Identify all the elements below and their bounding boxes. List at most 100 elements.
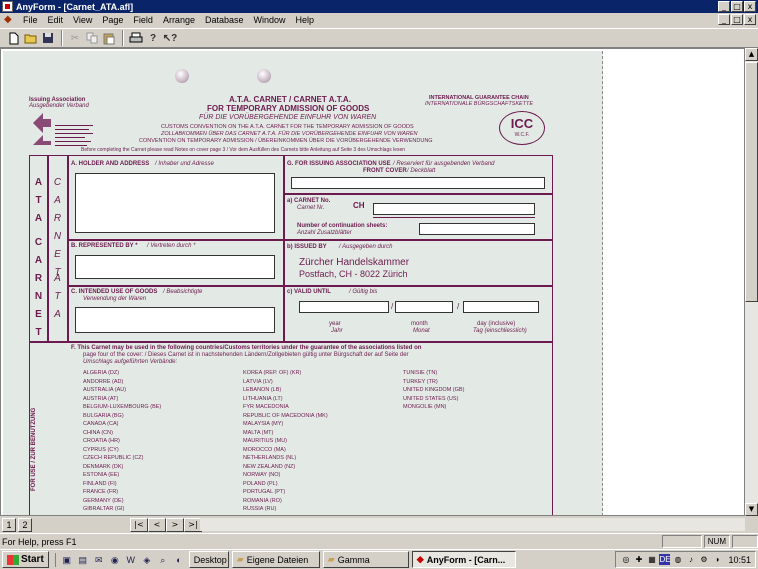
close-button[interactable]: x [744,1,756,12]
task-gamma[interactable]: ▰ Gamma [322,551,409,568]
form-title-5: ZOLLABKOMMEN ÜBER DAS CARNET A.T.A. FÜR … [161,131,418,137]
status-text: For Help, press F1 [2,536,77,547]
doc-restore-button[interactable]: □ [731,14,743,25]
paste-icon[interactable] [101,30,117,46]
page-tab-2[interactable]: 2 [18,517,32,532]
open-icon[interactable] [23,30,39,46]
row-divider [283,239,553,241]
tray-icon[interactable]: ◎ [620,554,631,565]
new-icon[interactable] [6,30,22,46]
first-page-button[interactable]: |< [130,517,148,532]
horizontal-scrollbar[interactable] [200,518,745,531]
association-use-field[interactable] [291,177,545,189]
country-item: MAURITIUS (MU) [243,438,287,444]
tray-icon[interactable]: ◑ [711,554,722,565]
outlook-icon[interactable]: ✉ [92,553,106,567]
represented-by-field[interactable] [75,255,275,279]
intended-use-field[interactable] [75,307,275,333]
country-item: TUNISIE (TN) [403,370,438,376]
menu-window[interactable]: Window [249,15,291,25]
valid-until-sub: / Gültig bis [349,289,378,295]
country-item: BELGIUM-LUXEMBOURG (BE) [83,404,162,410]
media-icon[interactable]: ◐ [172,553,186,567]
valid-until-label: c) VALID UNTIL [287,289,331,295]
form-title-2: FOR TEMPORARY ADMISSION OF GOODS [207,104,370,113]
carnet-no-label: a) CARNET No. [287,198,331,204]
doc-close-button[interactable]: x [744,14,756,25]
window-controls: _ □ x [718,1,756,12]
tray-icon[interactable]: ◍ [672,554,683,565]
center-divider [283,155,285,341]
task-anyform[interactable]: ◆ AnyForm - [Carn... [411,551,516,568]
app-icon[interactable]: ◈ [140,553,154,567]
day-sub: Tag (einschliesslich) [473,328,527,334]
document-control-icon[interactable]: ◆ [4,15,14,25]
help-icon[interactable]: ? [145,30,161,46]
search-icon[interactable]: ⌕ [156,553,170,567]
next-page-button[interactable]: > [166,517,184,532]
country-item: CZECH REPUBLIC (CZ) [83,455,144,461]
section-f-line-2: page four of the cover: / Dieses Carnet … [83,352,409,358]
task-desktop[interactable]: Desktop [188,551,229,568]
minimize-button[interactable]: _ [718,1,730,12]
page-name-field[interactable] [38,517,130,532]
issuer-address: Postfach, CH - 8022 Zürich [299,269,408,279]
browser-icon[interactable]: ◉ [108,553,122,567]
country-item: GERMANY (DE) [83,497,124,504]
section-c-label: C. INTENDED USE OF GOODS [71,289,158,295]
doc-minimize-button[interactable]: _ [718,14,730,25]
holder-address-field[interactable] [75,173,275,233]
menu-field[interactable]: Field [128,15,158,25]
copy-icon[interactable] [84,30,100,46]
country-item: FYR MACEDONIA [243,404,289,410]
menu-database[interactable]: Database [200,15,249,25]
menu-view[interactable]: View [68,15,97,25]
print-icon[interactable] [128,30,144,46]
menu-edit[interactable]: Edit [43,15,69,25]
scroll-down-button[interactable]: ▼ [745,503,758,516]
task-eigene-dateien[interactable]: ▰ Eigene Dateien [231,551,320,568]
day-label: day (inclusive) [477,321,516,327]
tray-icon[interactable]: ♪ [685,554,696,565]
page-tab-1[interactable]: 1 [2,517,16,532]
status-bar: For Help, press F1 NUM [0,533,758,549]
document-area[interactable]: Issuing Association Ausgebender Verband … [0,48,745,516]
tray-icon[interactable]: ▦ [646,554,657,565]
start-button[interactable]: Start [2,551,49,568]
tray-icon[interactable]: DE [659,554,671,565]
context-help-icon[interactable]: ↖? [162,30,178,46]
valid-year-field[interactable] [299,301,389,313]
menu-file[interactable]: File [18,15,43,25]
section-b-label: B. REPRESENTED BY * [71,243,138,249]
vertical-scrollbar[interactable]: ▲ ▼ [745,48,758,516]
issuing-association-sub: Ausgebender Verband [29,103,89,109]
valid-month-field[interactable] [395,301,453,313]
tray-icon[interactable]: ⚙ [698,554,709,565]
country-item: NETHERLANDS (NL) [243,455,297,461]
cut-icon[interactable]: ✂ [67,30,83,46]
valid-day-field[interactable] [463,301,539,313]
desktop-icon[interactable]: ▣ [60,553,74,567]
scroll-up-button[interactable]: ▲ [745,48,758,61]
menu-page[interactable]: Page [97,15,128,25]
save-icon[interactable] [40,30,56,46]
explorer-icon[interactable]: ▤ [76,553,90,567]
continuation-sheets-field[interactable] [419,223,535,235]
scroll-thumb[interactable] [745,62,758,302]
carnet-no-sub: Carnet Nr. [297,205,325,211]
section-a-label: A. HOLDER AND ADDRESS [71,161,150,167]
prev-page-button[interactable]: < [148,517,166,532]
front-cover-sub: / Deckblatt [407,168,436,174]
app-icon[interactable] [2,1,13,12]
country-item: LATVIA (LV) [243,378,273,385]
maximize-button[interactable]: □ [731,1,743,12]
country-item: LEBANON (LB) [243,387,282,393]
tray-icon[interactable]: ✚ [633,554,644,565]
text-line [55,137,85,138]
clock: 10:51 [728,554,751,565]
menu-arrange[interactable]: Arrange [158,15,200,25]
country-item: UNITED STATES (US) [403,395,459,402]
word-icon[interactable]: W [124,553,138,567]
menu-help[interactable]: Help [291,15,320,25]
carnet-number-field[interactable] [373,203,535,215]
